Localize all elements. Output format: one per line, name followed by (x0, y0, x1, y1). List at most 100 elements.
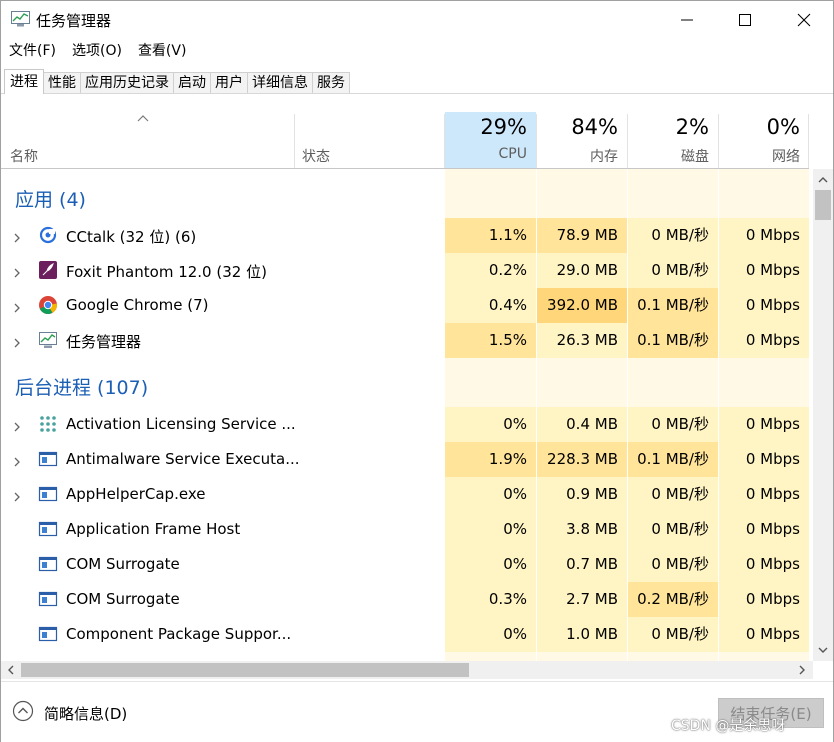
tab-details[interactable]: 详细信息 (247, 72, 313, 94)
app-window-icon (38, 554, 58, 574)
foxit-icon (38, 260, 58, 280)
process-name: 任务管理器 (66, 333, 142, 351)
memory-cell: 26.3 MB (556, 331, 618, 349)
column-disk[interactable]: 2% 磁盘 (628, 112, 718, 168)
memory-cell: 0.4 MB (566, 415, 618, 433)
fewer-details-link[interactable]: 简略信息(D) (44, 703, 127, 724)
disk-cell: 0 MB/秒 (651, 226, 709, 244)
memory-cell: 1.0 MB (566, 625, 618, 643)
process-row[interactable]: Component Package Suppor... 0% 1.0 MB 0 MB/… (1, 617, 813, 652)
scroll-down-icon[interactable] (818, 645, 828, 655)
chrome-icon (38, 295, 58, 315)
tab-users[interactable]: 用户 (210, 72, 248, 94)
process-name: Application Frame Host (66, 520, 241, 538)
maximize-button[interactable] (716, 1, 774, 39)
disk-cell: 0 MB/秒 (651, 520, 709, 538)
collapse-details-icon[interactable] (12, 700, 34, 722)
process-name: COM Surrogate (66, 555, 180, 573)
disk-cell: 0.1 MB/秒 (637, 450, 709, 468)
column-memory[interactable]: 84% 内存 (537, 112, 627, 168)
expand-chevron-icon[interactable] (13, 229, 21, 243)
tab-performance[interactable]: 性能 (43, 72, 81, 94)
process-row[interactable]: COM Surrogate 0.3% 2.7 MB 0.2 MB/秒 0 Mbps (1, 582, 813, 617)
scroll-up-icon[interactable] (818, 175, 828, 185)
column-cpu[interactable]: 29% CPU (445, 112, 536, 168)
process-row[interactable]: Activation Licensing Service ... 0% 0.4 MB… (1, 407, 813, 442)
tab-startup[interactable]: 启动 (173, 72, 211, 94)
disk-cell: 0 MB/秒 (651, 485, 709, 503)
network-cell: 0 Mbps (745, 450, 800, 468)
disk-total: 2% (675, 115, 709, 139)
app-window-icon (38, 519, 58, 539)
window-title: 任务管理器 (36, 12, 112, 30)
cpu-cell: 1.9% (488, 450, 527, 468)
group-apps-title[interactable]: 应用 (4) (15, 185, 86, 212)
network-cell: 0 Mbps (745, 555, 800, 573)
cpu-cell: 0.3% (488, 590, 527, 608)
menu-view[interactable]: 查看(V) (130, 39, 195, 63)
process-name: AppHelperCap.exe (66, 485, 206, 503)
process-row[interactable]: 任务管理器 1.5% 26.3 MB 0.1 MB/秒 0 Mbps (1, 323, 813, 358)
memory-cell: 29.0 MB (556, 261, 618, 279)
expand-chevron-icon[interactable] (13, 334, 21, 348)
memory-cell: 228.3 MB (547, 450, 618, 468)
process-row[interactable]: Application Frame Host 0% 3.8 MB 0 MB/秒 0 Mb… (1, 512, 813, 547)
tab-strip: 进程 性能 应用历史记录 启动 用户 详细信息 服务 (4, 69, 350, 94)
memory-cell: 2.7 MB (566, 590, 618, 608)
disk-cell: 0.2 MB/秒 (637, 590, 709, 608)
column-status[interactable]: 状态 (302, 146, 330, 166)
column-name[interactable]: 名称 (10, 146, 38, 166)
cpu-cell: 0% (503, 415, 527, 433)
process-row[interactable]: COM Surrogate 0% 0.7 MB 0 MB/秒 0 Mbps (1, 547, 813, 582)
network-cell: 0 Mbps (745, 485, 800, 503)
vertical-scroll-thumb[interactable] (815, 190, 831, 220)
cpu-cell: 0% (503, 520, 527, 538)
process-row[interactable]: Google Chrome (7) 0.4% 392.0 MB 0.1 MB/秒 0 M… (1, 288, 813, 323)
expand-chevron-icon[interactable] (13, 453, 21, 467)
cpu-cell: 1.1% (488, 226, 527, 244)
vertical-scrollbar[interactable] (813, 169, 833, 661)
sort-ascending-icon[interactable] (136, 113, 150, 123)
expand-chevron-icon[interactable] (13, 264, 21, 278)
process-row[interactable]: Foxit Phantom 12.0 (32 位) 0.2% 29.0 MB 0 MB… (1, 253, 813, 288)
scroll-right-icon[interactable] (797, 665, 807, 675)
scroll-left-icon[interactable] (6, 665, 16, 675)
app-window-icon (38, 484, 58, 504)
tab-processes[interactable]: 进程 (4, 69, 44, 94)
expand-chevron-icon[interactable] (13, 488, 21, 502)
menu-file[interactable]: 文件(F) (1, 39, 64, 63)
horizontal-scroll-thumb[interactable] (21, 663, 469, 677)
app-window-icon (38, 449, 58, 469)
process-row[interactable]: Antimalware Service Executa... 1.9% 228.3 … (1, 442, 813, 477)
process-row[interactable]: AppHelperCap.exe 0% 0.9 MB 0 MB/秒 0 Mbps (1, 477, 813, 512)
cpu-cell: 0% (503, 555, 527, 573)
cctalk-icon (38, 225, 58, 245)
process-name: CCtalk (32 位) (6) (66, 228, 197, 246)
tab-app-history[interactable]: 应用历史记录 (80, 72, 174, 94)
cpu-cell: 0.2% (488, 261, 527, 279)
expand-chevron-icon[interactable] (13, 299, 21, 313)
process-name: Activation Licensing Service ... (66, 415, 296, 433)
menu-options[interactable]: 选项(O) (64, 39, 130, 63)
memory-cell: 0.7 MB (566, 555, 618, 573)
network-cell: 0 Mbps (745, 590, 800, 608)
close-button[interactable] (775, 1, 833, 39)
network-cell: 0 Mbps (745, 520, 800, 538)
title-bar[interactable]: 任务管理器 (1, 1, 833, 39)
process-name: COM Surrogate (66, 590, 180, 608)
process-row[interactable]: CCtalk (32 位) (6) 1.1% 78.9 MB 0 MB/秒 0 Mbps (1, 218, 813, 253)
tab-services[interactable]: 服务 (312, 72, 350, 94)
process-name: Antimalware Service Executa... (66, 450, 300, 468)
minimize-button[interactable] (658, 1, 716, 39)
process-name: Foxit Phantom 12.0 (32 位) (66, 263, 267, 281)
process-name: Google Chrome (7) (66, 296, 209, 314)
expand-chevron-icon[interactable] (13, 418, 21, 432)
cpu-cell: 0% (503, 485, 527, 503)
memory-cell: 78.9 MB (556, 226, 618, 244)
process-list[interactable]: 应用 (4) 后台进程 (107) CCtalk (32 位) (6) 1.1% 7… (1, 169, 813, 661)
app-window-icon (38, 589, 58, 609)
cpu-cell: 1.5% (488, 331, 527, 349)
column-network[interactable]: 0% 网络 (719, 112, 809, 168)
group-background-title[interactable]: 后台进程 (107) (15, 373, 148, 400)
network-total: 0% (766, 115, 800, 139)
